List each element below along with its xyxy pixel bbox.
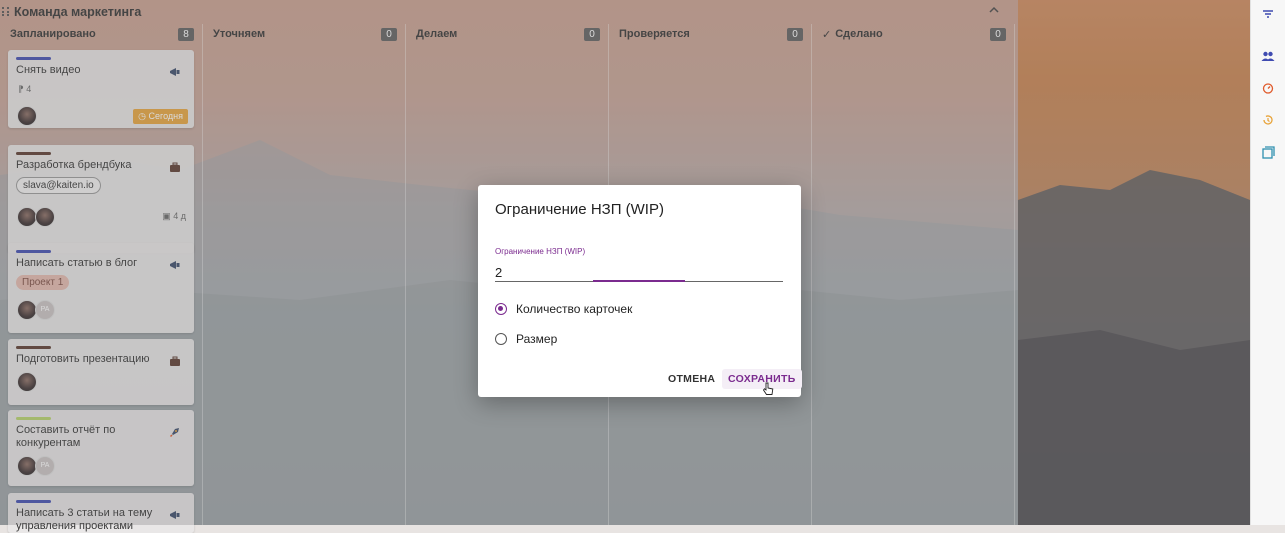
filter-icon[interactable] <box>1261 8 1275 22</box>
archive-icon[interactable] <box>1261 146 1275 160</box>
pointer-cursor-icon <box>762 382 774 399</box>
timer-icon[interactable] <box>1261 82 1275 96</box>
users-icon[interactable] <box>1261 50 1275 64</box>
radio-size[interactable]: Размер <box>495 332 557 346</box>
radio-label: Размер <box>516 332 558 346</box>
radio-unselected-icon[interactable] <box>495 333 507 345</box>
wip-limit-input[interactable] <box>495 262 783 282</box>
radio-label: Количество карточек <box>516 302 633 316</box>
wip-limit-dialog: Ограничение НЗП (WIP) Ограничение НЗП (W… <box>478 185 802 399</box>
wip-field-label: Ограничение НЗП (WIP) <box>495 247 586 256</box>
right-sidebar <box>1250 0 1285 525</box>
radio-selected-icon[interactable] <box>495 303 507 315</box>
input-focus-indicator <box>593 280 685 282</box>
radio-card-count[interactable]: Количество карточек <box>495 302 632 316</box>
cancel-button[interactable]: ОТМЕНА <box>662 369 721 389</box>
dialog-title: Ограничение НЗП (WIP) <box>495 201 664 218</box>
history-icon[interactable] <box>1261 114 1275 128</box>
